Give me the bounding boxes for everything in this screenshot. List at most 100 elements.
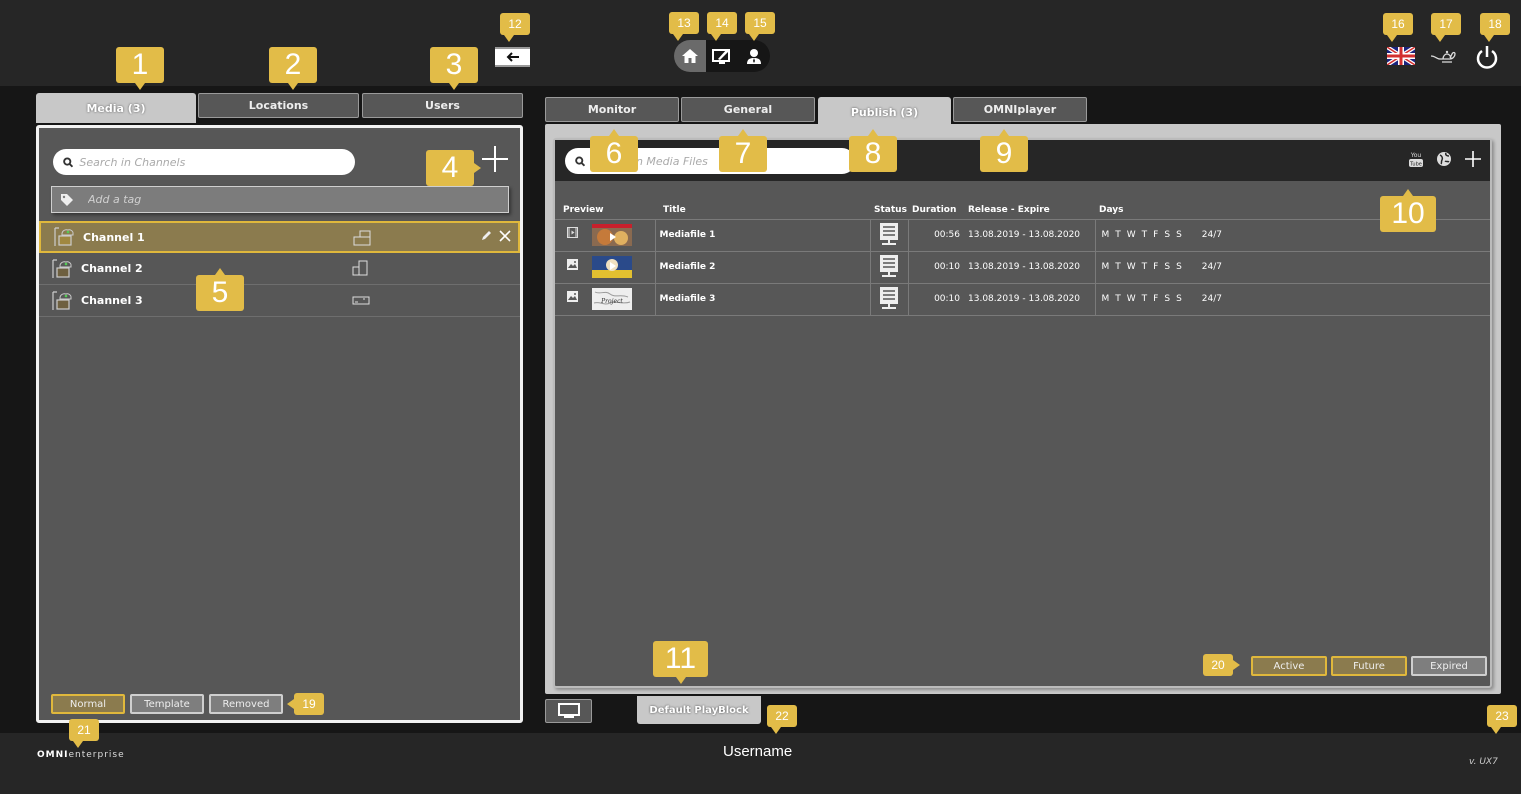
channel-search-input[interactable] (79, 155, 355, 169)
annotation-badge: 5 (196, 268, 244, 311)
user-button[interactable] (738, 40, 770, 72)
globe-icon[interactable] (1436, 151, 1452, 167)
edit-screen-button[interactable] (706, 40, 738, 72)
add-channel-button[interactable] (481, 145, 509, 179)
day-label[interactable]: S (1164, 230, 1170, 240)
status-filter-active[interactable]: Active (1251, 656, 1327, 676)
server-status-icon[interactable] (879, 254, 899, 278)
thumbnail[interactable]: Project (592, 288, 632, 310)
day-label[interactable]: F (1153, 262, 1158, 272)
preview-cell (555, 219, 655, 252)
day-label[interactable]: F (1153, 230, 1158, 240)
portrait-orientation-icon (352, 260, 368, 276)
annotation-badge: 2 (269, 47, 317, 90)
tab-general[interactable]: General (681, 97, 815, 122)
media-table: Preview Title Status Duration Release - … (555, 202, 1490, 316)
day-label[interactable]: W (1127, 294, 1136, 304)
channels-panel: Channel 1 Channel 2 Channel 3 Normal Tem… (36, 125, 523, 723)
genie-button[interactable] (1430, 46, 1460, 68)
annotation-number: 23 (1495, 709, 1509, 723)
day-label[interactable]: W (1127, 230, 1136, 240)
annotation-number: 2 (284, 48, 302, 81)
tab-media[interactable]: Media (3) (36, 93, 196, 123)
col-duration[interactable]: Duration (908, 202, 964, 220)
power-button[interactable] (1475, 44, 1499, 70)
day-label[interactable]: T (1115, 230, 1121, 240)
annotation-badge: 3 (430, 47, 478, 90)
channel-row[interactable]: Channel 3 (39, 285, 520, 317)
filter-normal[interactable]: Normal (51, 694, 125, 714)
tab-locations[interactable]: Locations (198, 93, 359, 118)
day-label[interactable]: S (1176, 262, 1182, 272)
filter-template[interactable]: Template (130, 694, 204, 714)
annotation-badge: 1 (116, 47, 164, 90)
channel-row[interactable]: Channel 2 (39, 253, 520, 285)
thumbnail[interactable] (592, 256, 632, 278)
title-cell: Mediafile 3 (654, 283, 870, 316)
day-label[interactable]: T (1115, 294, 1121, 304)
tab-publish[interactable]: Publish (3) (818, 97, 951, 127)
plus-icon[interactable] (1464, 150, 1482, 168)
tag-input[interactable] (88, 193, 488, 206)
delete-icon[interactable] (498, 229, 512, 243)
col-status[interactable]: Status (870, 202, 908, 220)
day-label[interactable]: M (1102, 294, 1110, 304)
svg-text:Project: Project (600, 298, 623, 305)
col-release-expire[interactable]: Release - Expire (964, 202, 1095, 220)
annotation-badge: 10 (1380, 189, 1436, 232)
day-label[interactable]: T (1115, 262, 1121, 272)
tag-icon (61, 193, 73, 206)
annotation-number: 9 (995, 137, 1013, 170)
tab-monitor[interactable]: Monitor (545, 97, 679, 122)
edit-icon[interactable] (480, 230, 492, 242)
day-label[interactable]: M (1102, 262, 1110, 272)
day-label[interactable]: F (1153, 294, 1158, 304)
tab-omniplayer[interactable]: OMNIplayer (953, 97, 1087, 122)
collapse-panel-button[interactable] (495, 47, 530, 67)
status-filter-expired[interactable]: Expired (1411, 656, 1487, 676)
channel-row[interactable]: Channel 1 (39, 221, 520, 253)
playblock-tab[interactable]: Default PlayBlock (637, 696, 761, 724)
media-row[interactable]: Mediafile 2 00:10 13.08.2019 - 13.08.2020 M… (555, 251, 1490, 284)
schedule-label: 24/7 (1201, 230, 1223, 240)
schedule-label: 24/7 (1201, 262, 1223, 272)
day-label[interactable]: S (1176, 230, 1182, 240)
media-row[interactable]: Project Mediafile 3 00:10 13.08.2019 - 13.0… (555, 283, 1490, 316)
status-filter-future[interactable]: Future (1331, 656, 1407, 676)
edit-screen-icon (712, 49, 730, 64)
duration-cell: 00:10 (907, 283, 964, 316)
youtube-icon[interactable]: You Tube (1408, 150, 1424, 168)
col-title[interactable]: Title (655, 202, 870, 220)
language-button[interactable] (1385, 45, 1417, 67)
day-label[interactable]: S (1164, 294, 1170, 304)
day-label[interactable]: M (1102, 230, 1110, 240)
day-label[interactable]: S (1176, 294, 1182, 304)
media-row[interactable]: Mediafile 1 00:56 13.08.2019 - 13.08.2020 M… (555, 219, 1490, 252)
duration-cell: 00:10 (907, 251, 964, 284)
day-label[interactable]: S (1164, 262, 1170, 272)
day-label[interactable]: W (1127, 262, 1136, 272)
magic-lamp-icon (1430, 50, 1456, 63)
annotation-number: 21 (77, 723, 91, 737)
home-button[interactable] (674, 40, 706, 72)
annotation-number: 6 (605, 137, 623, 170)
annotation-badge: 17 (1431, 13, 1461, 42)
tab-users[interactable]: Users (362, 93, 523, 118)
col-preview[interactable]: Preview (555, 202, 655, 220)
server-status-icon[interactable] (879, 222, 899, 246)
image-type-icon (567, 258, 578, 270)
username-label[interactable]: Username (723, 743, 792, 760)
annotation-number: 4 (441, 151, 459, 184)
day-label[interactable]: T (1142, 294, 1148, 304)
thumbnail[interactable] (592, 224, 632, 246)
day-label[interactable]: T (1142, 230, 1148, 240)
day-label[interactable]: T (1142, 262, 1148, 272)
annotation-number: 12 (508, 17, 522, 31)
video-type-icon (567, 226, 578, 238)
title-cell: Mediafile 1 (654, 219, 870, 252)
annotation-badge: 20 (1203, 654, 1240, 676)
filter-removed[interactable]: Removed (209, 694, 283, 714)
annotation-badge: 22 (767, 705, 797, 734)
server-status-icon[interactable] (879, 286, 899, 310)
screen-preview-button[interactable] (545, 699, 592, 723)
